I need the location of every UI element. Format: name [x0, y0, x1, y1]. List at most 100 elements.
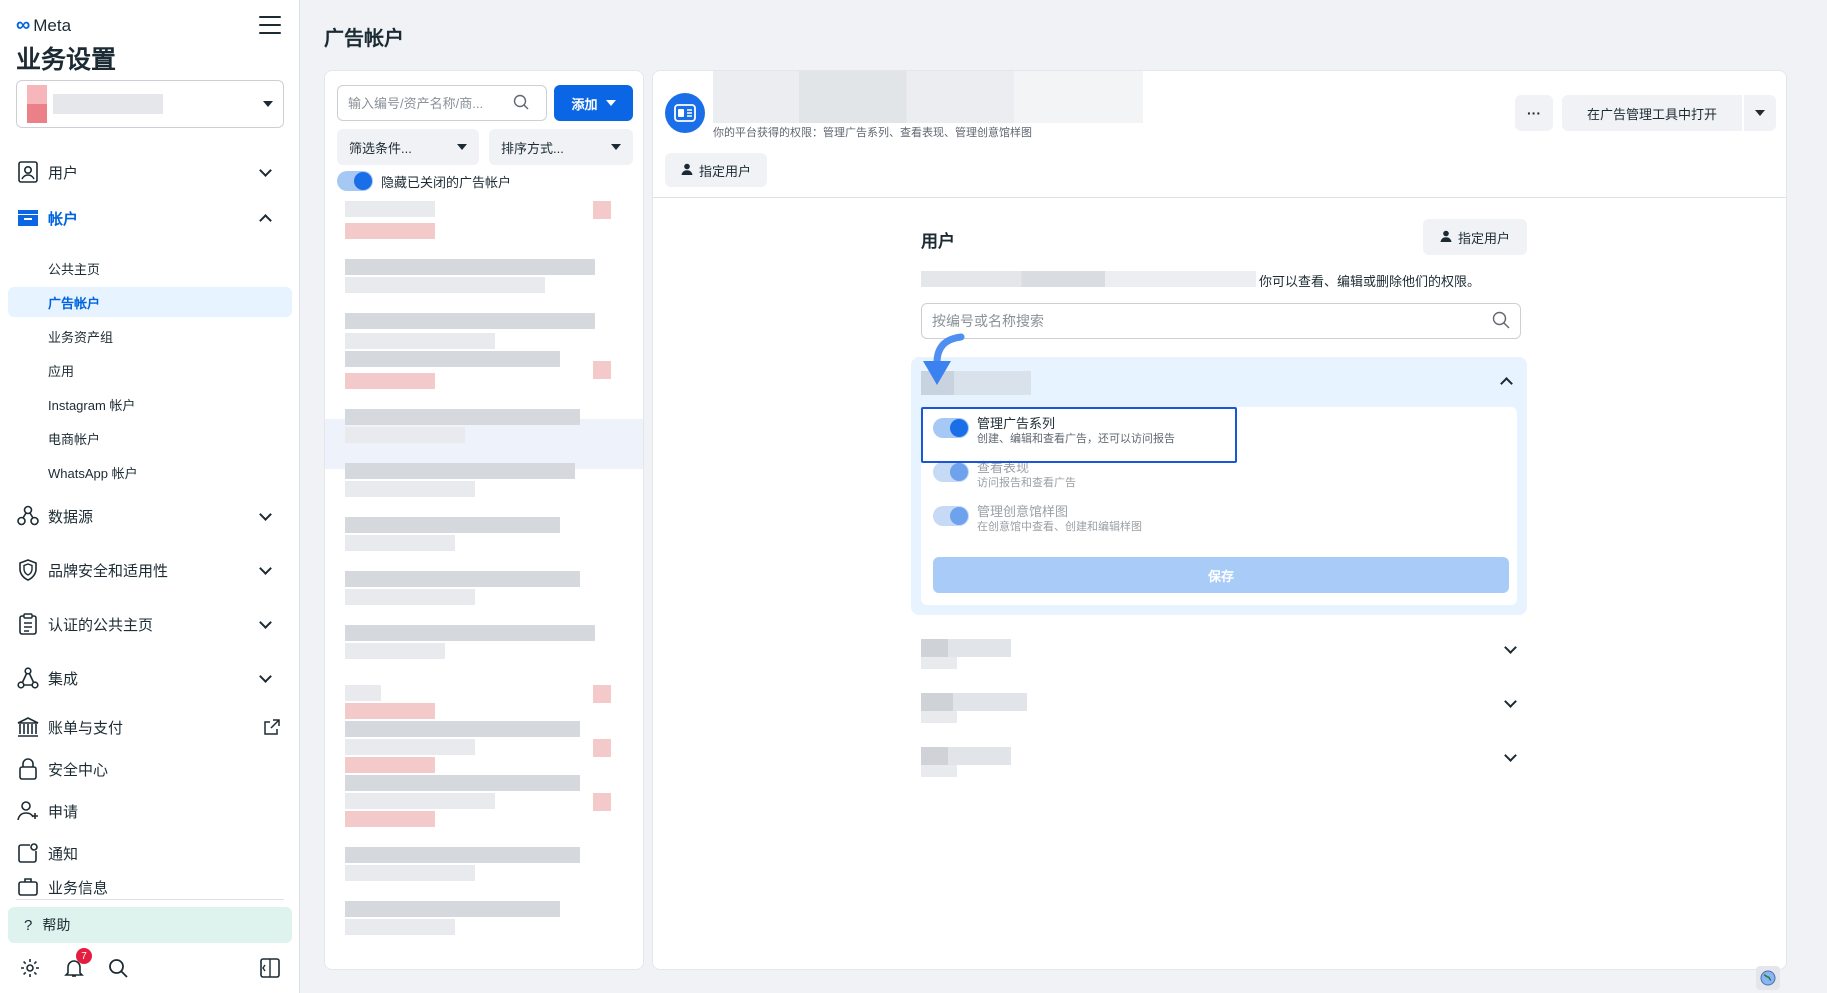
list-item[interactable]: [345, 775, 580, 791]
sidebar-item-requests[interactable]: 申请: [8, 791, 292, 831]
ad-account-list-panel: 添加 筛选条件... 排序方式... 隐藏已关闭的广告帐户: [324, 70, 644, 970]
business-selector[interactable]: [16, 80, 284, 128]
hide-closed-toggle-row: 隐藏已关闭的广告帐户: [337, 171, 511, 191]
account-search-box[interactable]: [337, 85, 547, 121]
help-button[interactable]: ? 帮助: [8, 907, 292, 943]
sidebar-item-billing[interactable]: 账单与支付: [8, 707, 292, 747]
sidebar-item-users[interactable]: 用户: [8, 152, 292, 192]
save-button[interactable]: 保存: [933, 557, 1509, 593]
account-search-input[interactable]: [348, 95, 513, 111]
list-item[interactable]: [345, 223, 435, 239]
users-search-box[interactable]: [921, 303, 1521, 339]
permission-description: 访问报告和查看广告: [977, 477, 1076, 489]
list-item[interactable]: [345, 259, 595, 275]
permission-label: 查看表现: [977, 460, 1030, 475]
search-icon[interactable]: [104, 954, 132, 982]
list-item[interactable]: [345, 811, 435, 827]
list-item[interactable]: [345, 481, 475, 497]
filter-dropdown[interactable]: 筛选条件...: [337, 129, 479, 165]
list-item[interactable]: [345, 703, 435, 719]
list-item[interactable]: [345, 201, 435, 217]
clipboard-icon: [16, 612, 40, 636]
add-button[interactable]: 添加: [554, 85, 633, 121]
gear-icon[interactable]: [16, 954, 44, 982]
sidebar-item-data-sources[interactable]: 数据源: [8, 496, 292, 536]
meta-logo[interactable]: ∞ Meta: [16, 14, 71, 37]
chevron-down-icon: [259, 562, 272, 575]
manage-creative-mockups-toggle[interactable]: [933, 506, 969, 526]
sidebar-item-label: 集成: [48, 670, 79, 688]
sidebar-subitem-pages[interactable]: 公共主页: [8, 253, 292, 283]
sidebar-item-notifications[interactable]: 通知: [8, 833, 292, 873]
collapsed-user-row[interactable]: [921, 685, 1527, 725]
list-item[interactable]: [345, 721, 580, 737]
sidebar-item-label: 安全中心: [48, 761, 109, 779]
menu-icon[interactable]: [259, 16, 281, 34]
users-assign-user-button[interactable]: 指定用户: [1423, 219, 1527, 255]
list-item[interactable]: [345, 739, 475, 755]
list-item[interactable]: [345, 409, 580, 425]
chevron-down-icon: [259, 508, 272, 521]
list-item[interactable]: [345, 313, 595, 329]
sidebar-subitem-whatsapp[interactable]: WhatsApp 帐户: [8, 457, 292, 487]
sidebar-subitem-instagram[interactable]: Instagram 帐户: [8, 389, 292, 419]
bell-icon[interactable]: 7: [60, 948, 92, 982]
sidebar-item-accounts[interactable]: 帐户: [8, 198, 292, 238]
sidebar-subitem-apps[interactable]: 应用: [8, 355, 292, 385]
sidebar-item-security[interactable]: 安全中心: [8, 749, 292, 789]
chevron-up-icon[interactable]: [1500, 377, 1513, 390]
list-item[interactable]: [345, 589, 475, 605]
list-item[interactable]: [345, 427, 465, 443]
list-item[interactable]: [345, 625, 595, 641]
open-options-dropdown[interactable]: [1744, 95, 1776, 131]
sidebar-item-label: 通知: [48, 845, 79, 863]
list-item[interactable]: [345, 351, 560, 367]
list-item[interactable]: [345, 517, 560, 533]
sidebar-subitem-asset-groups[interactable]: 业务资产组: [8, 321, 292, 351]
permission-label: 管理广告系列: [977, 416, 1056, 431]
users-description: 你可以查看、编辑或删除他们的权限。: [1259, 274, 1481, 289]
list-item[interactable]: [345, 901, 560, 917]
globe-icon[interactable]: [1756, 966, 1780, 990]
briefcase-icon: [16, 875, 40, 899]
open-in-ads-manager-button[interactable]: 在广告管理工具中打开: [1562, 95, 1742, 131]
sidebar-item-label: 业务信息: [48, 879, 109, 897]
sidebar-item-brand-safety[interactable]: 品牌安全和适用性: [8, 550, 292, 590]
sidebar-item-business-info[interactable]: 业务信息: [8, 875, 292, 899]
chevron-down-icon: [259, 164, 272, 177]
view-performance-toggle[interactable]: [933, 462, 969, 482]
person-icon: [1440, 230, 1452, 245]
users-search-input[interactable]: [932, 313, 1492, 329]
list-item[interactable]: [345, 643, 445, 659]
collapsed-user-row[interactable]: [921, 739, 1527, 779]
collapse-sidebar-icon[interactable]: [256, 954, 284, 982]
permission-manage-creative-mockups: 管理创意馆样图 在创意馆中查看、创建和编辑样图: [933, 503, 1142, 534]
sidebar-subitem-commerce[interactable]: 电商帐户: [8, 423, 292, 453]
user-detail-redacted: [921, 711, 957, 723]
list-item[interactable]: [345, 535, 455, 551]
hide-closed-toggle[interactable]: [337, 171, 373, 191]
list-item[interactable]: [345, 373, 435, 389]
list-item[interactable]: [345, 847, 580, 863]
sort-dropdown[interactable]: 排序方式...: [489, 129, 633, 165]
list-item[interactable]: [345, 571, 580, 587]
list-item-badge: [593, 361, 611, 379]
list-item[interactable]: [345, 919, 455, 935]
person-icon: [681, 163, 693, 178]
list-item[interactable]: [345, 757, 435, 773]
manage-campaigns-toggle[interactable]: [933, 418, 969, 438]
list-item-badge: [593, 201, 611, 219]
sidebar-item-verified-pages[interactable]: 认证的公共主页: [8, 604, 292, 644]
list-item[interactable]: [345, 865, 475, 881]
list-item[interactable]: [345, 463, 575, 479]
list-item[interactable]: [345, 685, 381, 701]
sidebar-item-integrations[interactable]: 集成: [8, 658, 292, 698]
list-item[interactable]: [345, 277, 545, 293]
more-options-button[interactable]: ···: [1515, 95, 1553, 131]
collapsed-user-row[interactable]: [921, 631, 1527, 671]
list-item[interactable]: [345, 793, 495, 809]
sidebar-subitem-ad-accounts[interactable]: 广告帐户: [8, 287, 292, 317]
list-item[interactable]: [345, 333, 495, 349]
assign-user-button[interactable]: 指定用户: [665, 153, 767, 187]
lock-icon: [16, 757, 40, 781]
